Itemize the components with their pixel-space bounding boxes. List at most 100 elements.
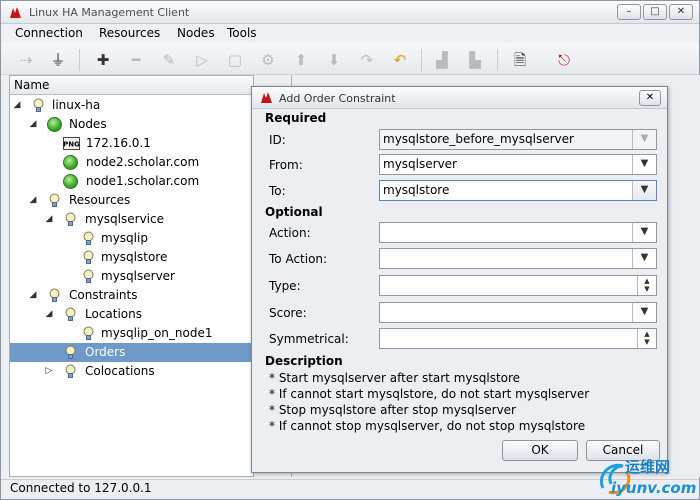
site-watermark: 运维网 iyunv.com: [595, 456, 700, 500]
lightbulb-icon: [49, 193, 60, 207]
chevron-down-icon[interactable]: ▼: [632, 130, 656, 149]
tree-row[interactable]: PNG 172.16.0.1: [10, 134, 253, 153]
expand-arrow-icon[interactable]: ◢: [28, 115, 38, 134]
chevron-down-icon[interactable]: ▼: [632, 303, 656, 322]
to-action-label: To Action:: [269, 252, 328, 266]
score-combo[interactable]: ▼: [379, 302, 657, 323]
description-line: * Stop mysqlstore after stop mysqlserver: [269, 403, 516, 417]
up-down-icon[interactable]: ▲ ▼: [637, 329, 656, 348]
tree-column-header[interactable]: Name: [10, 76, 253, 95]
dialog-close-button[interactable]: ✕: [639, 90, 661, 106]
expand-arrow-icon[interactable]: ◢: [28, 191, 38, 210]
remove-icon[interactable]: ━: [125, 50, 147, 70]
menu-tools[interactable]: Tools: [227, 26, 257, 40]
chevron-down-icon[interactable]: ▼: [632, 155, 656, 174]
start-icon[interactable]: ▷: [191, 50, 213, 70]
tree-row[interactable]: mysqlstore: [10, 248, 253, 267]
chevron-down-icon[interactable]: ▼: [632, 181, 656, 200]
online-status-icon: [47, 117, 62, 132]
tree-row-selected[interactable]: Orders: [10, 343, 253, 362]
tree-row[interactable]: mysqlip: [10, 229, 253, 248]
symmetrical-spinner[interactable]: ▲ ▼: [379, 328, 657, 349]
window-title: Linux HA Management Client: [29, 6, 190, 19]
lightbulb-icon: [65, 212, 76, 226]
exit-icon[interactable]: ⎋: [553, 50, 575, 70]
stop-icon[interactable]: ▢: [224, 50, 246, 70]
action-label: Action:: [269, 226, 311, 240]
collapsed-arrow-icon[interactable]: ▷: [44, 362, 54, 381]
lightbulb-icon: [65, 364, 76, 378]
undo-icon[interactable]: ↶: [389, 50, 411, 70]
tree-row[interactable]: mysqlip_on_node1: [10, 324, 253, 343]
tree-row[interactable]: ▷ Colocations: [10, 362, 253, 381]
dialog-title: Add Order Constraint: [279, 92, 396, 105]
add-icon[interactable]: ✚: [92, 50, 114, 70]
type-spinner[interactable]: ▲ ▼: [379, 275, 657, 296]
lightbulb-icon: [33, 98, 44, 112]
tree-row[interactable]: mysqlserver: [10, 267, 253, 286]
minimize-button[interactable]: –: [617, 4, 641, 20]
lightbulb-icon: [65, 345, 76, 359]
from-label: From:: [269, 158, 303, 172]
chevron-down-icon[interactable]: ▼: [632, 223, 656, 242]
lightbulb-icon: [83, 250, 94, 264]
menu-resources[interactable]: Resources: [99, 26, 160, 40]
id-label: ID:: [269, 133, 286, 147]
online-status-icon: [63, 155, 78, 170]
disconnect-icon[interactable]: ⇢: [15, 50, 37, 70]
ok-button[interactable]: OK: [502, 440, 578, 461]
tree-row[interactable]: ◢ Resources: [10, 191, 253, 210]
expand-arrow-icon[interactable]: ◢: [44, 210, 54, 229]
move-up-icon[interactable]: ⬆: [290, 50, 312, 70]
lightbulb-icon: [49, 288, 60, 302]
online-status-icon: [63, 174, 78, 189]
menu-connection[interactable]: Connection: [15, 26, 83, 40]
tree-row[interactable]: ◢ Nodes: [10, 115, 253, 134]
cleanup-broom-icon[interactable]: ✎: [158, 50, 180, 70]
tree-row[interactable]: node1.scholar.com: [10, 172, 253, 191]
resource-tree-pane: Name ◢ linux-ha ◢ Nodes PNG 172.16.0.1 n…: [9, 75, 254, 477]
tree-row[interactable]: ◢ mysqlservice: [10, 210, 253, 229]
title-bar: Linux HA Management Client – □ ✕: [1, 1, 699, 24]
watermark-title: 运维网: [625, 458, 671, 476]
up-down-icon[interactable]: ▲ ▼: [637, 276, 656, 295]
redo-icon[interactable]: ↷: [356, 50, 378, 70]
to-combo[interactable]: mysqlstore ▼: [379, 180, 657, 201]
dialog-title-bar: Add Order Constraint ✕: [252, 87, 667, 109]
optional-section-heading: Optional: [265, 205, 323, 219]
connect-plug-icon[interactable]: ⏚: [47, 50, 69, 70]
toolbar: ⇢ ⏚ ✚ ━ ✎ ▷ ▢ ⚙ ⬆ ⬇ ↷ ↶ ▟ ▙ 🗎 ⎋: [1, 43, 699, 75]
gears-icon[interactable]: ⚙: [257, 50, 279, 70]
lightbulb-icon: [83, 269, 94, 283]
expand-arrow-icon[interactable]: ◢: [12, 96, 22, 115]
required-section-heading: Required: [265, 111, 327, 125]
from-combo[interactable]: mysqlserver ▼: [379, 154, 657, 175]
description-line: * If cannot stop mysqlserver, do not sto…: [269, 419, 586, 433]
score-label: Score:: [269, 306, 307, 320]
tree-row[interactable]: ◢ Locations: [10, 305, 253, 324]
watermark-url: iyunv.com: [611, 479, 697, 497]
menu-bar: Connection Resources Nodes Tools: [1, 24, 699, 43]
active-node-icon[interactable]: ▙: [464, 50, 486, 70]
tree-row[interactable]: node2.scholar.com: [10, 153, 253, 172]
lightbulb-icon: [65, 307, 76, 321]
tree-row[interactable]: ◢ linux-ha: [10, 96, 253, 115]
close-window-button[interactable]: ✕: [669, 4, 693, 20]
standby-node-icon[interactable]: ▟: [431, 50, 453, 70]
expand-arrow-icon[interactable]: ◢: [28, 286, 38, 305]
menu-nodes[interactable]: Nodes: [177, 26, 215, 40]
maximize-button[interactable]: □: [643, 4, 667, 20]
to-action-combo[interactable]: ▼: [379, 248, 657, 269]
type-label: Type:: [269, 279, 301, 293]
document-icon[interactable]: 🗎: [509, 50, 531, 70]
chevron-down-icon[interactable]: ▼: [632, 249, 656, 268]
lightbulb-icon: [83, 326, 94, 340]
symmetrical-label: Symmetrical:: [269, 332, 349, 346]
description-section-heading: Description: [265, 354, 343, 368]
add-order-constraint-dialog: Add Order Constraint ✕ Required ID: mysq…: [251, 86, 668, 473]
move-down-icon[interactable]: ⬇: [323, 50, 345, 70]
id-combo[interactable]: mysqlstore_before_mysqlserver ▼: [379, 129, 657, 150]
tree-row[interactable]: ◢ Constraints: [10, 286, 253, 305]
action-combo[interactable]: ▼: [379, 222, 657, 243]
expand-arrow-icon[interactable]: ◢: [44, 305, 54, 324]
